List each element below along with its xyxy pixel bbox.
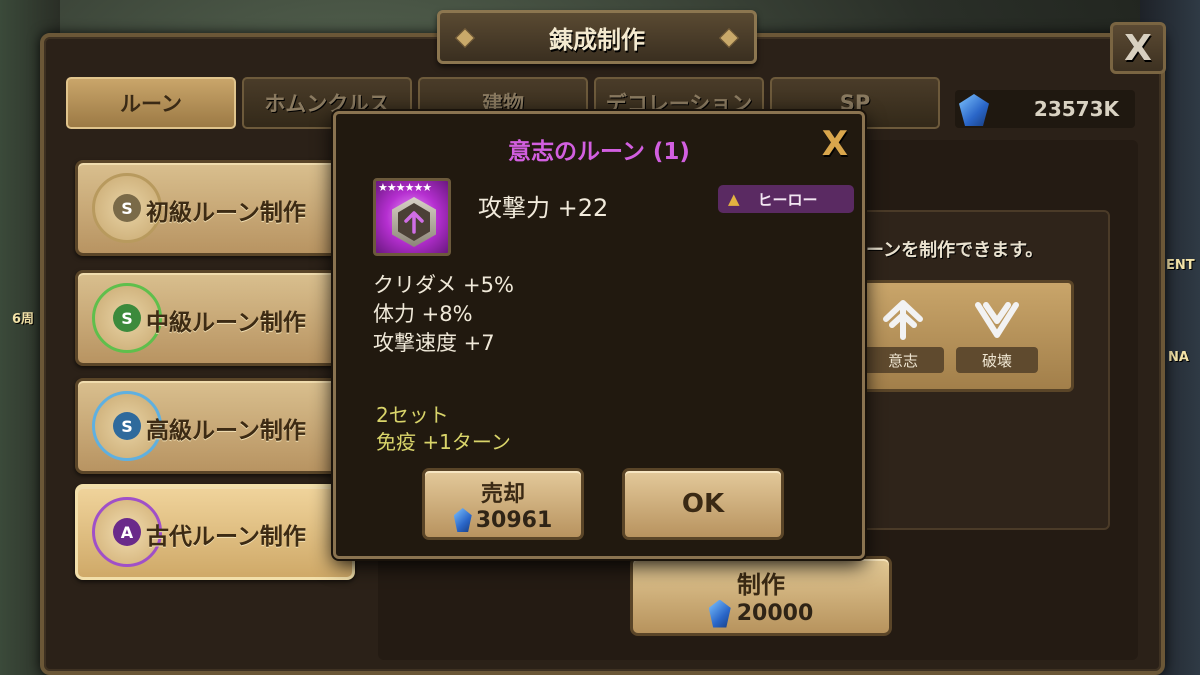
rune-info-description: ーンを制作できます。 [866, 240, 1044, 261]
diamond-ornament-icon [719, 28, 739, 48]
sub-stat: 体力 +8% [373, 302, 473, 326]
rune-set-will[interactable]: 意志 [861, 295, 945, 381]
rune-grade-badge: ▲ ヒーロー [718, 185, 854, 213]
rune-core-icon: S [113, 412, 141, 440]
rune-category-label: 中級ルーン制作 [146, 310, 306, 336]
rune-core-icon: S [113, 304, 141, 332]
crystal-icon [708, 599, 731, 628]
crystal-balance: 23573K [955, 90, 1135, 128]
star-rating: ★★★★★★ [378, 181, 432, 194]
rune-set-label: 意志 [862, 347, 944, 373]
rune-set-destroy[interactable]: 破壊 [955, 295, 1039, 381]
rune-hex-icon [392, 197, 436, 247]
rune-core-icon: A [113, 518, 141, 546]
set-effect-requirement: 2セット [376, 403, 449, 427]
rune-category-advanced[interactable]: S 高級ルーン制作 [75, 378, 355, 474]
rune-category-intermediate[interactable]: S 中級ルーン制作 [75, 270, 355, 366]
side-event-label-right-2: NA [1168, 350, 1189, 365]
main-stat: 攻撃力 +22 [478, 194, 609, 222]
destroy-rune-icon [969, 295, 1025, 343]
rune-category-beginner[interactable]: S 初級ルーン制作 [75, 160, 355, 256]
rune-category-label: 古代ルーン制作 [146, 524, 306, 550]
craft-cost: 20000 [708, 599, 814, 628]
craft-button-label: 制作 [737, 570, 785, 599]
sub-stat: クリダメ +5% [373, 273, 514, 297]
sell-price-value: 30961 [475, 507, 553, 533]
ok-button[interactable]: OK [622, 468, 784, 540]
sub-stats-list: クリダメ +5% 体力 +8% 攻撃速度 +7 [373, 271, 514, 358]
craft-cost-value: 20000 [736, 601, 814, 626]
crystal-icon [959, 94, 989, 126]
rune-set-label: 破壊 [956, 347, 1038, 373]
rune-core-icon: S [113, 194, 141, 222]
set-effect-bonus: 免疫 +1ターン [376, 430, 511, 454]
popup-title: 意志のルーン (1) [508, 139, 690, 165]
crystal-icon [453, 508, 472, 532]
rune-item-icon: ★★★★★★ [373, 178, 451, 256]
rune-result-popup: 意志のルーン (1) X ★★★★★★ 攻撃力 +22 ▲ ヒーロー クリダメ … [333, 111, 865, 559]
side-event-label: 6周 [12, 312, 35, 327]
crystal-balance-value: 23573K [1033, 97, 1119, 121]
diamond-ornament-icon [455, 28, 475, 48]
window-close-button[interactable]: X [1110, 22, 1166, 74]
craft-button[interactable]: 制作 20000 [630, 556, 892, 636]
tab-rune[interactable]: ルーン [66, 77, 236, 129]
rune-set-selector: 意志 破壊 [856, 280, 1074, 392]
popup-close-button[interactable]: X [822, 124, 848, 164]
grade-icon: ▲ [728, 190, 740, 208]
sell-button[interactable]: 売却 30961 [422, 468, 584, 540]
sell-button-label: 売却 [480, 481, 525, 507]
rune-grade-label: ヒーロー [757, 190, 818, 209]
side-event-label-right: ENT [1166, 258, 1195, 273]
window-title-plate: 錬成制作 [437, 10, 757, 64]
will-rune-icon [875, 295, 931, 343]
rune-category-label: 初級ルーン制作 [146, 200, 306, 226]
rune-category-ancient[interactable]: A 古代ルーン制作 [75, 484, 355, 580]
rune-category-label: 高級ルーン制作 [146, 418, 306, 444]
set-effect: 2セット 免疫 +1ターン [376, 402, 511, 456]
window-title: 錬成制作 [549, 25, 645, 54]
ok-button-label: OK [681, 489, 725, 519]
sell-price: 30961 [453, 507, 553, 533]
sub-stat: 攻撃速度 +7 [373, 331, 495, 355]
